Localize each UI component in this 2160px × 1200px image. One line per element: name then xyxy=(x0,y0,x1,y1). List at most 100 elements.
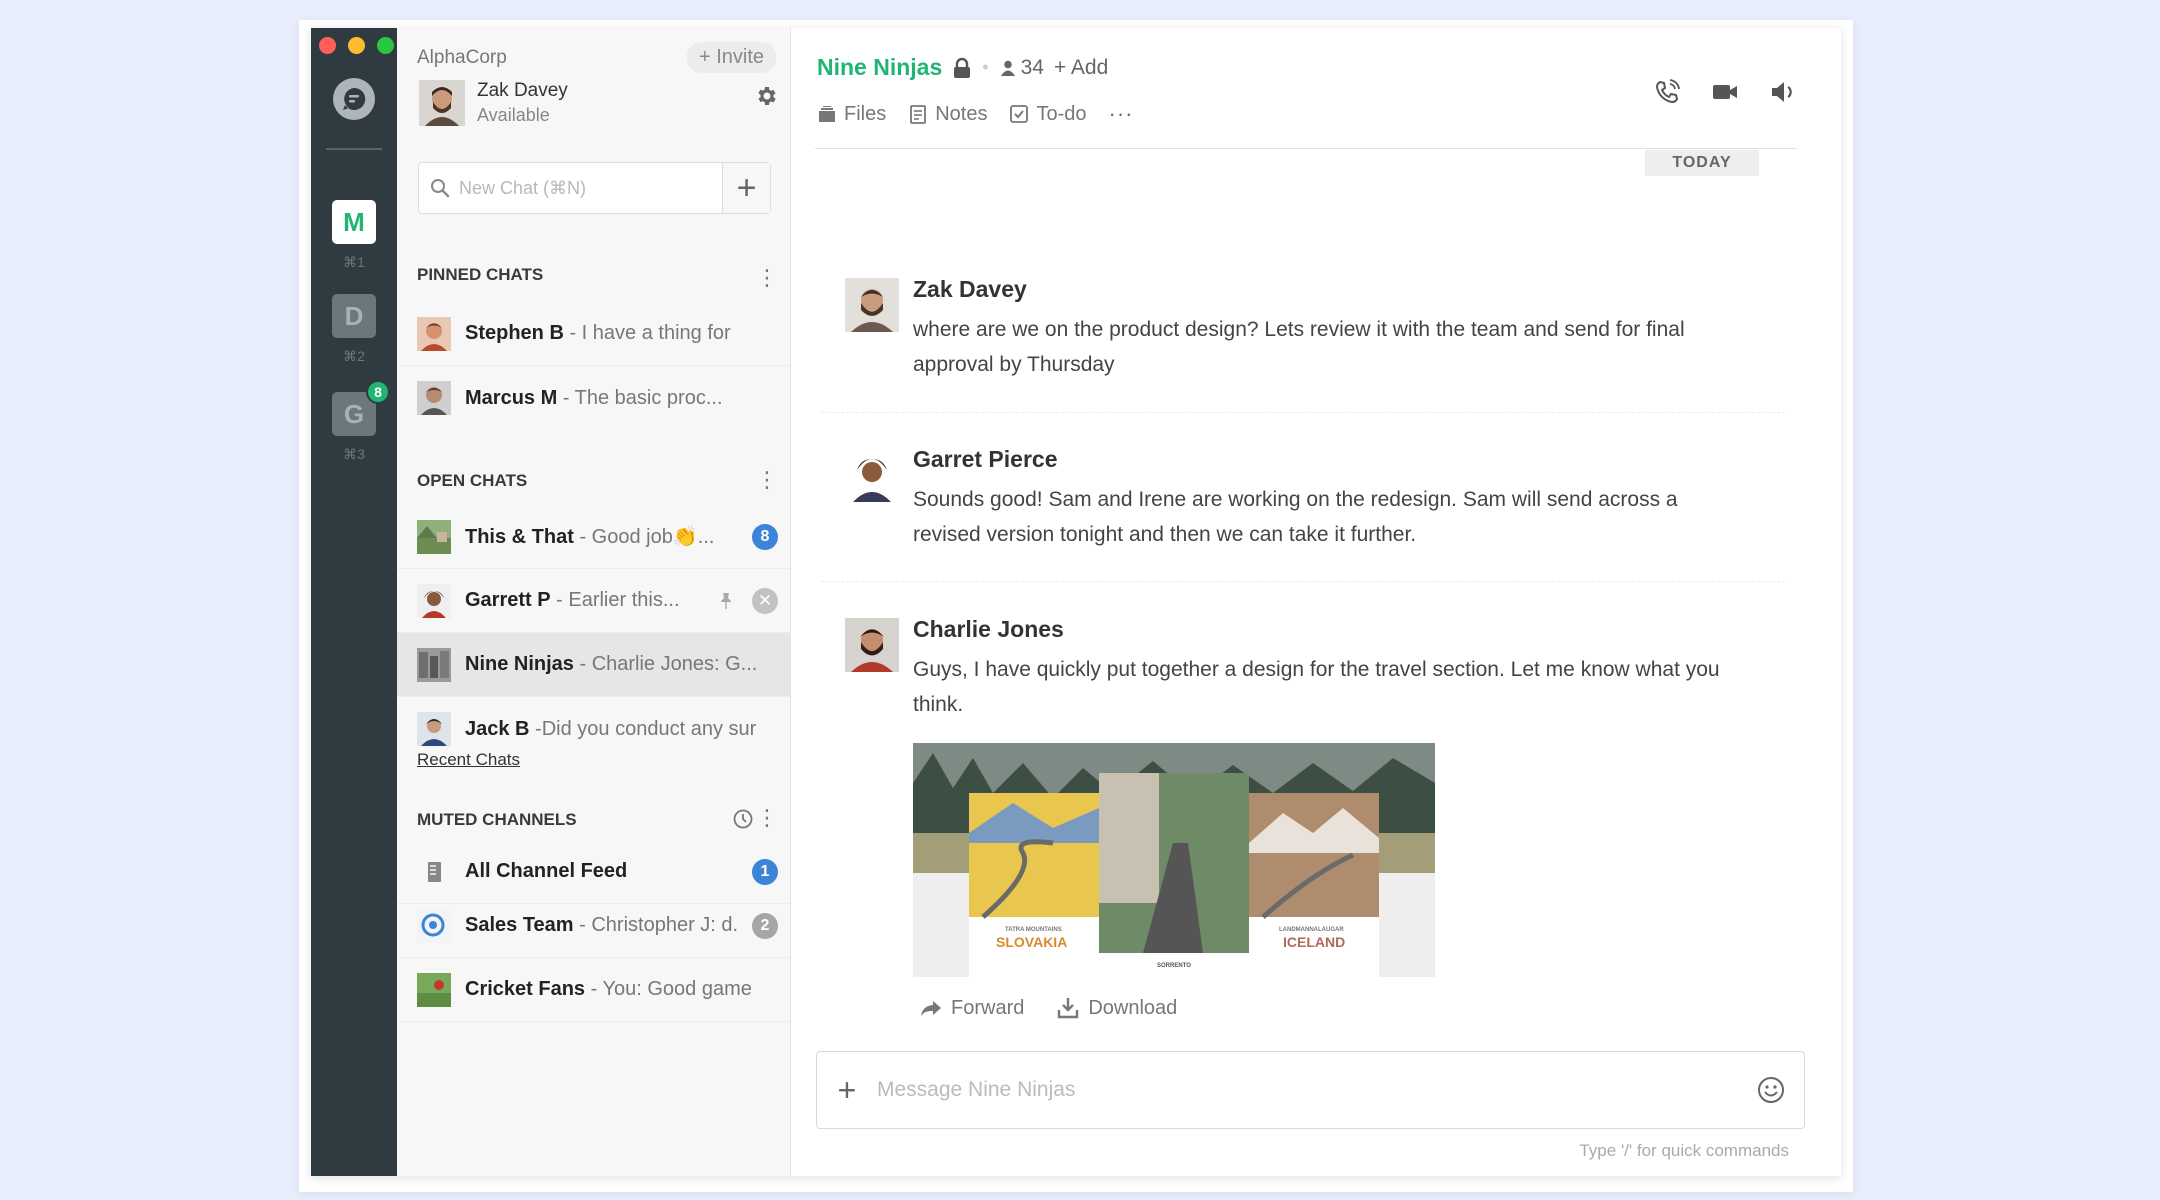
forward-button[interactable]: Forward xyxy=(919,996,1024,1020)
tab-notes[interactable]: Notes xyxy=(908,103,987,126)
muted-channels-menu-icon[interactable]: ⋮ xyxy=(756,807,778,832)
chat-name: Jack B xyxy=(465,717,530,740)
emoji-picker-icon[interactable] xyxy=(1756,1075,1786,1105)
channel-item-sales-team[interactable]: Sales Team - Christopher J: d. 2 xyxy=(397,894,790,958)
workspace-g-unread-badge: 8 xyxy=(366,380,390,404)
image-attachment[interactable]: TATRA MOUNTAINS SLOVAKIA SORRENTO LANDMA… xyxy=(913,743,1435,977)
pin-icon[interactable] xyxy=(716,591,736,611)
chat-item-stephen-b[interactable]: Stephen B - I have a thing for xyxy=(397,302,790,366)
notes-icon xyxy=(910,105,927,124)
unread-badge: 1 xyxy=(752,858,778,885)
tab-files[interactable]: Files xyxy=(817,103,886,126)
workspace-m-letter: M xyxy=(343,206,365,237)
app-logo-icon[interactable] xyxy=(333,78,375,120)
conversation-pane: Nine Ninjas • 34 + Add Files Notes To-do xyxy=(791,28,1841,1176)
chat-item-marcus-m[interactable]: Marcus M - The basic proc... xyxy=(397,366,790,430)
message-author[interactable]: Garret Pierce xyxy=(913,446,1057,473)
audio-speaker-icon[interactable] xyxy=(1769,78,1797,106)
workspace-g-shortcut: ⌘3 xyxy=(343,446,365,462)
chat-item-text: Marcus M - The basic proc... xyxy=(465,387,723,410)
workspace-g-letter: G xyxy=(343,398,365,429)
message-item: Zak Davey where are we on the product de… xyxy=(845,276,1745,396)
download-button[interactable]: Download xyxy=(1056,996,1177,1020)
add-member-button[interactable]: + Add xyxy=(1054,56,1108,80)
user-name: Zak Davey xyxy=(477,80,568,101)
new-chat-input[interactable] xyxy=(459,177,719,199)
message-author[interactable]: Zak Davey xyxy=(913,276,1027,303)
workspace-m-button[interactable]: M xyxy=(332,200,376,244)
recent-chats-link[interactable]: Recent Chats xyxy=(417,750,520,770)
gear-icon[interactable] xyxy=(754,84,778,108)
chat-preview: - Earlier this... xyxy=(550,589,680,611)
tab-files-label: Files xyxy=(844,102,887,125)
attach-plus-button[interactable]: + xyxy=(833,1072,861,1109)
workspace-d-button[interactable]: D xyxy=(332,294,376,338)
call-actions xyxy=(1653,78,1797,106)
workspace-d-letter: D xyxy=(344,300,364,331)
avatar[interactable] xyxy=(845,278,899,332)
close-window-button[interactable] xyxy=(319,37,336,54)
app-window: M ⌘1 D ⌘2 G 8 ⌘3 AlphaCorp + Invite Zak … xyxy=(311,28,1841,1176)
download-label: Download xyxy=(1088,996,1178,1019)
chat-preview: - I have a thing for xyxy=(563,322,731,344)
message-author[interactable]: Charlie Jones xyxy=(913,616,1064,643)
pinned-chats-menu-icon[interactable]: ⋮ xyxy=(756,267,778,292)
forward-label: Forward xyxy=(951,996,1025,1019)
card-right-subtitle: LANDMANNALAUGAR xyxy=(1279,927,1344,933)
message-text: Guys, I have quickly put together a desi… xyxy=(913,658,1720,716)
forward-icon xyxy=(921,1001,941,1016)
minimize-window-button[interactable] xyxy=(348,37,365,54)
chat-item-nine-ninjas[interactable]: Nine Ninjas - Charlie Jones: G... xyxy=(397,633,790,697)
user-status: Available xyxy=(477,105,550,125)
avatar[interactable] xyxy=(845,618,899,672)
travel-design-preview-image: TATRA MOUNTAINS SLOVAKIA SORRENTO LANDMA… xyxy=(913,743,1435,977)
open-chats-menu-icon[interactable]: ⋮ xyxy=(756,469,778,494)
quick-commands-hint: Type '/' for quick commands xyxy=(1579,1141,1789,1160)
todo-icon xyxy=(1010,105,1029,123)
video-call-icon[interactable] xyxy=(1711,78,1739,106)
message-divider xyxy=(821,581,1785,582)
chat-name: This & That xyxy=(465,526,574,548)
avatar xyxy=(417,519,451,554)
new-chat-plus-button[interactable]: + xyxy=(722,163,770,213)
avatar xyxy=(417,908,451,943)
chat-item-this-and-that[interactable]: This & That - Good job👏... 8 xyxy=(397,505,790,569)
avatar[interactable] xyxy=(845,448,899,502)
chat-name: Stephen B xyxy=(465,322,564,344)
member-count: 34 xyxy=(1020,55,1044,79)
browse-channels-icon[interactable] xyxy=(732,808,754,830)
tab-notes-label: Notes xyxy=(935,102,988,125)
workspace-g-button[interactable]: G 8 xyxy=(332,380,390,436)
channel-item-cricket-fans[interactable]: Cricket Fans - You: Good game xyxy=(397,958,790,1022)
chat-preview: - Charlie Jones: G... xyxy=(573,653,758,675)
chat-item-text: Garrett P - Earlier this... xyxy=(465,589,680,612)
chat-name: Sales Team xyxy=(465,914,574,936)
close-chat-icon[interactable]: ✕ xyxy=(752,587,778,614)
tab-todo[interactable]: To-do xyxy=(1009,102,1087,126)
current-user[interactable]: Zak Davey Available xyxy=(419,80,568,126)
phone-call-icon[interactable] xyxy=(1653,78,1681,106)
message-input[interactable] xyxy=(877,1078,1756,1102)
channel-header: Nine Ninjas • 34 + Add xyxy=(817,54,1108,81)
more-tabs-button[interactable]: ··· xyxy=(1109,101,1134,127)
chat-item-text: Nine Ninjas - Charlie Jones: G... xyxy=(465,653,757,676)
channel-title[interactable]: Nine Ninjas xyxy=(817,54,942,81)
invite-button[interactable]: + Invite xyxy=(686,42,776,73)
avatar xyxy=(417,712,451,746)
channel-tabs: Files Notes To-do ··· xyxy=(817,101,1134,127)
chat-preview: - You: Good game xyxy=(585,978,752,1000)
tab-todo-label: To-do xyxy=(1036,102,1087,125)
desktop-background: M ⌘1 D ⌘2 G 8 ⌘3 AlphaCorp + Invite Zak … xyxy=(0,0,2160,1200)
download-icon xyxy=(1058,998,1079,1019)
chat-item-garrett-p[interactable]: Garrett P - Earlier this... ✕ xyxy=(397,569,790,633)
chat-name: Cricket Fans xyxy=(465,978,586,1000)
avatar xyxy=(417,583,451,618)
card-right-title: ICELAND xyxy=(1283,934,1345,950)
chat-name: All Channel Feed xyxy=(465,860,628,882)
zoom-window-button[interactable] xyxy=(377,37,394,54)
card-middle-title: SORRENTO xyxy=(1157,963,1191,969)
chat-item-text: Stephen B - I have a thing for xyxy=(465,322,731,345)
message-text: Sounds good! Sam and Irene are working o… xyxy=(913,488,1678,546)
members-button[interactable]: 34 xyxy=(999,56,1044,80)
chat-item-text: Jack B -Did you conduct any sur xyxy=(465,718,756,741)
